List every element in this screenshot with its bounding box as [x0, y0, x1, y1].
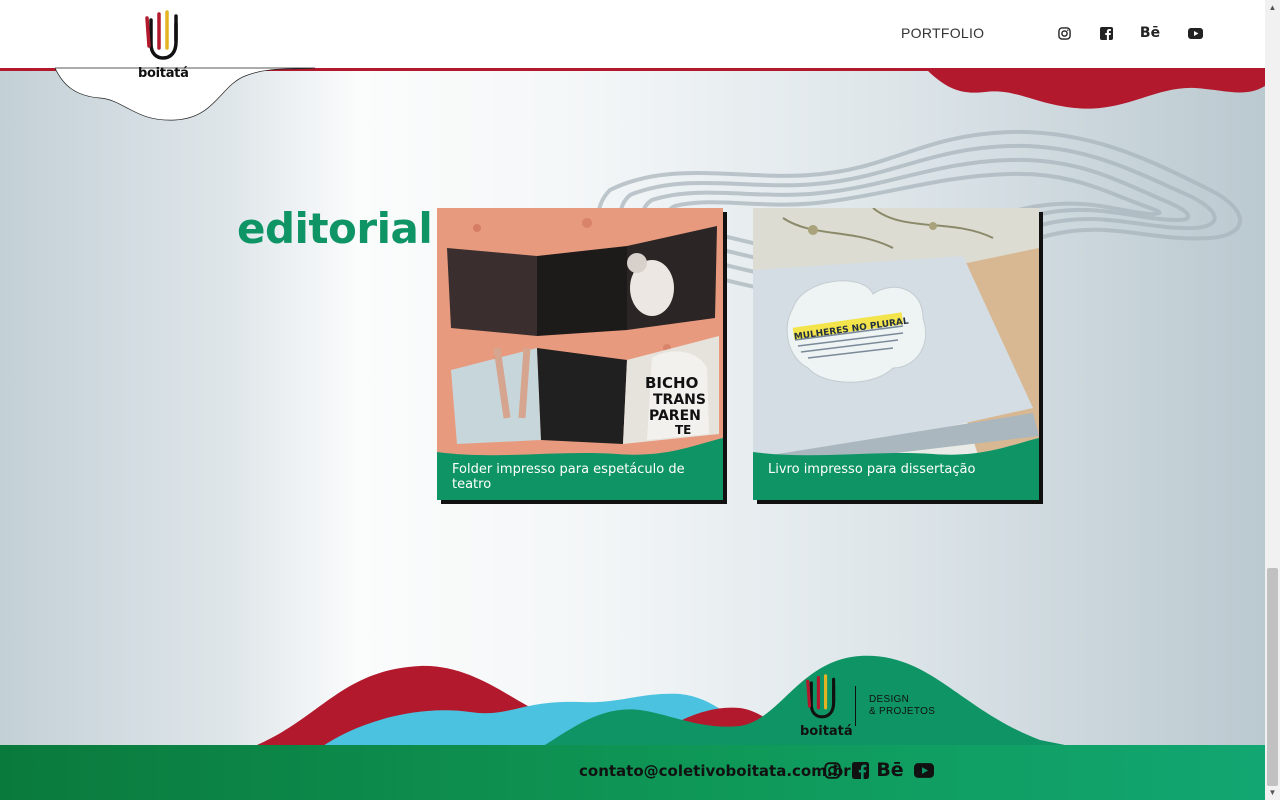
portfolio-card[interactable]: BICHO TRANS PAREN TE Folder impresso par…: [437, 208, 723, 500]
facebook-icon[interactable]: [850, 760, 870, 780]
footer-brand-logo[interactable]: boitatá: [800, 674, 860, 742]
facebook-icon[interactable]: [1096, 23, 1116, 43]
page-scrollbar[interactable]: ▲ ▼: [1265, 0, 1280, 800]
nav-portfolio-link[interactable]: PORTFOLIO: [901, 25, 984, 41]
instagram-icon[interactable]: [1054, 23, 1074, 43]
footer-hills: [250, 655, 1080, 748]
footer-tagline: DESIGN & PROJETOS: [869, 694, 935, 718]
card-image-text: TRANS: [653, 392, 706, 408]
instagram-icon[interactable]: [822, 760, 842, 780]
behance-icon[interactable]: Bē: [1140, 23, 1160, 43]
footer-logo-divider: [855, 686, 856, 726]
section-title: editorial: [237, 204, 433, 253]
card-caption-band: Livro impresso para dissertação: [753, 438, 1039, 500]
card-caption-band: Folder impresso para espetáculo de teatr…: [437, 438, 723, 500]
brand-logo[interactable]: boitatá: [136, 10, 190, 82]
card-image: MULHERES NO PLURAL: [753, 208, 1039, 470]
card-image-text: BICHO: [645, 374, 698, 392]
scroll-up-arrow-icon[interactable]: ▲: [1265, 0, 1280, 15]
youtube-icon[interactable]: [1185, 23, 1205, 43]
card-image-text: PAREN: [649, 408, 701, 424]
footer-logo-wordmark: boitatá: [800, 724, 853, 739]
footer-email-link[interactable]: contato@coletivoboitata.com.br: [579, 762, 851, 780]
card-image: BICHO TRANS PAREN TE: [437, 208, 723, 470]
logo-wordmark: boitatá: [138, 66, 189, 81]
tagline-line-2: & PROJETOS: [869, 706, 936, 717]
card-caption: Livro impresso para dissertação: [768, 462, 976, 477]
portfolio-card[interactable]: MULHERES NO PLURAL Livro impresso para d…: [753, 208, 1039, 500]
card-image-text: TE: [675, 423, 691, 437]
scroll-down-arrow-icon[interactable]: ▼: [1265, 785, 1280, 800]
behance-icon[interactable]: Bē: [876, 759, 903, 781]
tagline-line-1: DESIGN: [869, 694, 910, 705]
scroll-thumb[interactable]: [1267, 568, 1278, 786]
youtube-icon[interactable]: [914, 760, 934, 780]
card-caption: Folder impresso para espetáculo de teatr…: [452, 462, 685, 492]
hand-logo-icon: [145, 10, 178, 60]
hand-logo-icon: [806, 674, 836, 719]
header-red-wave: [925, 68, 1265, 109]
